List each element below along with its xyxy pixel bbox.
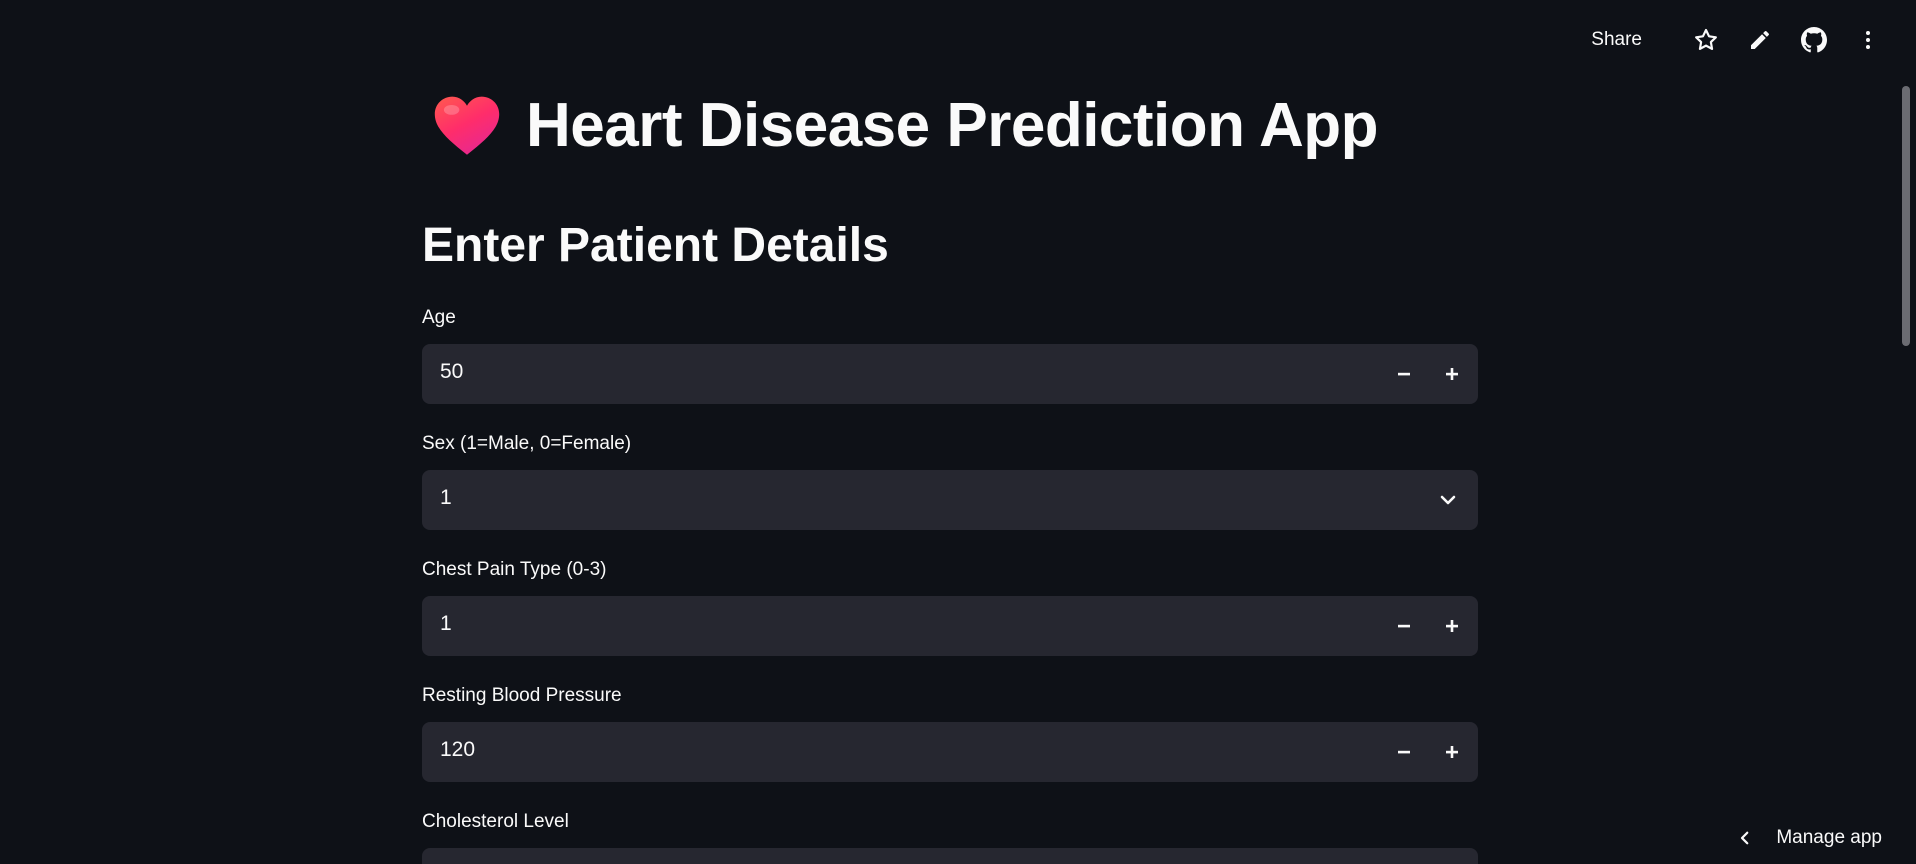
resting-bp-input[interactable]: 120	[422, 722, 1478, 782]
share-button[interactable]: Share	[1591, 29, 1642, 51]
age-value[interactable]: 50	[440, 360, 463, 384]
resting-bp-label: Resting Blood Pressure	[422, 685, 622, 706]
resting-bp-increment-button[interactable]	[1428, 722, 1476, 782]
manage-app-label: Manage app	[1776, 827, 1882, 848]
cholesterol-input[interactable]	[422, 848, 1478, 864]
age-increment-button[interactable]	[1428, 344, 1476, 404]
age-label: Age	[422, 307, 456, 328]
minus-icon	[1398, 372, 1410, 376]
github-icon[interactable]	[1796, 22, 1832, 58]
age-input[interactable]: 50	[422, 344, 1478, 404]
scrollbar-thumb[interactable]	[1902, 86, 1910, 346]
heart-icon	[434, 96, 500, 155]
age-decrement-button[interactable]	[1380, 344, 1428, 404]
chest-pain-label: Chest Pain Type (0-3)	[422, 559, 607, 580]
plus-icon	[1446, 746, 1458, 758]
minus-icon	[1398, 624, 1410, 628]
plus-icon	[1446, 620, 1458, 632]
chest-pain-decrement-button[interactable]	[1380, 596, 1428, 656]
minus-icon	[1398, 750, 1410, 754]
app-toolbar: Share	[1591, 22, 1886, 58]
more-vertical-icon[interactable]	[1850, 22, 1886, 58]
resting-bp-value[interactable]: 120	[440, 738, 475, 762]
sex-value[interactable]: 1	[440, 486, 452, 510]
chest-pain-increment-button[interactable]	[1428, 596, 1476, 656]
chest-pain-input[interactable]: 1	[422, 596, 1478, 656]
cholesterol-label: Cholesterol Level	[422, 811, 569, 832]
sex-label: Sex (1=Male, 0=Female)	[422, 433, 632, 454]
pencil-icon[interactable]	[1742, 22, 1778, 58]
manage-app-button[interactable]: Manage app	[1736, 818, 1882, 858]
sex-select[interactable]: 1	[422, 470, 1478, 530]
app-title: Heart Disease Prediction App	[526, 91, 1378, 160]
chest-pain-value[interactable]: 1	[440, 612, 452, 636]
chevron-down-icon[interactable]	[1436, 488, 1460, 512]
section-title: Enter Patient Details	[422, 219, 889, 272]
age-stepper	[1380, 344, 1478, 404]
chest-pain-stepper	[1380, 596, 1478, 656]
app-title-row: Heart Disease Prediction App	[432, 88, 1378, 164]
resting-bp-stepper	[1380, 722, 1478, 782]
resting-bp-decrement-button[interactable]	[1380, 722, 1428, 782]
star-icon[interactable]	[1688, 22, 1724, 58]
plus-icon	[1446, 368, 1458, 380]
chevron-left-icon	[1736, 829, 1754, 847]
